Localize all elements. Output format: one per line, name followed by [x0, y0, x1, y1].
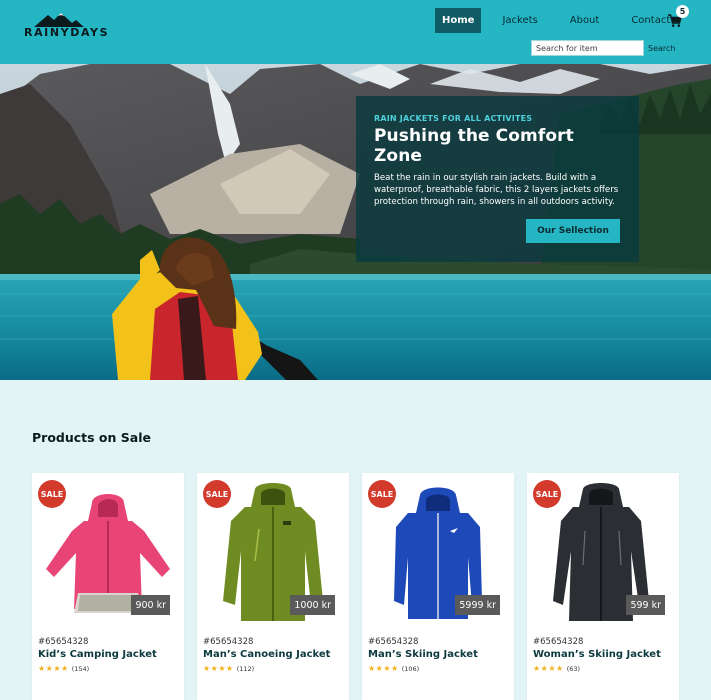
- sale-badge: SALE: [203, 480, 231, 508]
- logo[interactable]: RAINYDAYS: [24, 13, 108, 41]
- product-rating: ★★★★ (154): [38, 664, 89, 673]
- product-card-mans-skiing-jacket[interactable]: SALE 5999 kr #65654328 Man’s Skiing Jack…: [362, 473, 514, 700]
- product-card-mans-canoeing-jacket[interactable]: SALE 1000 kr #65654328 Man’s Canoeing Ja…: [197, 473, 349, 700]
- product-card-womans-skiing-jacket[interactable]: SALE 599 kr #65654328 Woman’s Skiing Jac…: [527, 473, 679, 700]
- hero-eyebrow: RAIN JACKETS FOR ALL ACTIVITES: [374, 114, 533, 123]
- logo-text: RAINYDAYS: [24, 26, 110, 39]
- sale-badge: SALE: [533, 480, 561, 508]
- product-name[interactable]: Man’s Canoeing Jacket: [203, 649, 330, 660]
- star-rating-icon: ★★★★: [38, 664, 69, 673]
- hero-description: Beat the rain in our stylish rain jacket…: [374, 173, 619, 207]
- our-selection-button[interactable]: Our Sellection: [526, 219, 620, 243]
- search-button[interactable]: Search: [648, 40, 675, 56]
- product-name[interactable]: Woman’s Skiing Jacket: [533, 649, 661, 660]
- hero-title: Pushing the Comfort Zone: [374, 126, 574, 166]
- price-tag: 900 kr: [131, 595, 170, 615]
- section-title: Products on Sale: [32, 430, 151, 445]
- hero-text-box: RAIN JACKETS FOR ALL ACTIVITES Pushing t…: [356, 96, 639, 262]
- price-tag: 5999 kr: [455, 595, 500, 615]
- product-sku: #65654328: [368, 637, 419, 647]
- star-rating-icon: ★★★★: [368, 664, 399, 673]
- mountain-logo-icon: [34, 13, 84, 27]
- product-sku: #65654328: [38, 637, 89, 647]
- main-nav: Home Jackets About Contact: [435, 8, 680, 33]
- price-tag: 1000 kr: [290, 595, 335, 615]
- review-count: (112): [236, 664, 255, 673]
- nav-about[interactable]: About: [563, 8, 607, 33]
- sale-badge: SALE: [368, 480, 396, 508]
- review-count: (106): [401, 664, 420, 673]
- product-rating: ★★★★ (106): [368, 664, 419, 673]
- review-count: (154): [71, 664, 90, 673]
- price-tag: 599 kr: [626, 595, 665, 615]
- cart-count-badge: 5: [676, 5, 689, 18]
- product-rating: ★★★★ (112): [203, 664, 254, 673]
- search-input[interactable]: [531, 40, 644, 56]
- product-rating: ★★★★ (63): [533, 664, 580, 673]
- star-rating-icon: ★★★★: [203, 664, 234, 673]
- nav-home[interactable]: Home: [435, 8, 482, 33]
- hero-banner: RAIN JACKETS FOR ALL ACTIVITES Pushing t…: [0, 64, 711, 380]
- sale-badge: SALE: [38, 480, 66, 508]
- star-rating-icon: ★★★★: [533, 664, 564, 673]
- nav-jackets[interactable]: Jackets: [495, 8, 544, 33]
- product-sku: #65654328: [533, 637, 584, 647]
- product-sku: #65654328: [203, 637, 254, 647]
- product-name[interactable]: Man’s Skiing Jacket: [368, 649, 478, 660]
- review-count: (63): [566, 664, 581, 673]
- site-header: RAINYDAYS Home Jackets About Contact 5 S…: [0, 0, 711, 64]
- product-name[interactable]: Kid’s Camping Jacket: [38, 649, 157, 660]
- product-card-kids-camping-jacket[interactable]: SALE 900 kr #65654328 Kid’s Camping Jack…: [32, 473, 184, 700]
